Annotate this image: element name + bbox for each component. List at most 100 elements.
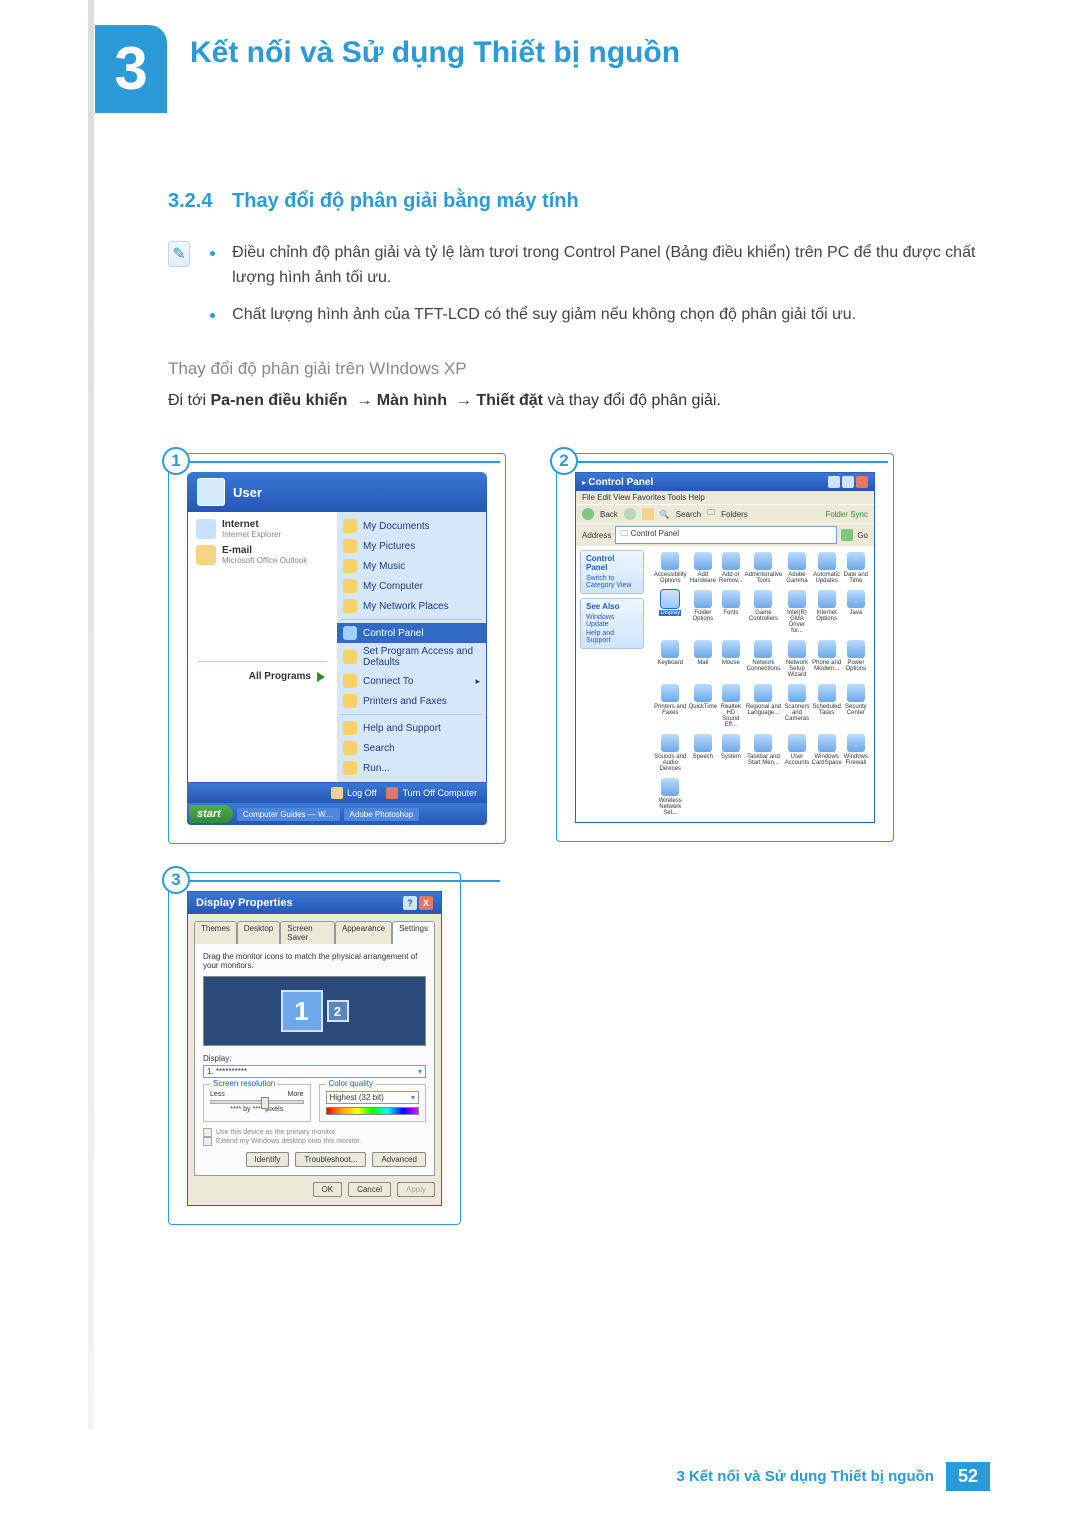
control-panel-icon[interactable]: Wireless Network Set... <box>654 778 687 816</box>
turn-off-button[interactable]: Turn Off Computer <box>386 787 477 799</box>
start-menu-item[interactable]: My Music <box>337 556 486 576</box>
control-panel-icon[interactable]: Power Options <box>844 640 868 678</box>
troubleshoot-button[interactable]: Troubleshoot... <box>295 1152 366 1167</box>
forward-icon[interactable] <box>624 508 636 520</box>
note-item: Chất lượng hình ảnh của TFT-LCD có thể s… <box>210 303 990 328</box>
monitor-2[interactable]: 2 <box>327 1000 349 1022</box>
maximize-button[interactable] <box>842 476 854 488</box>
control-panel-icon[interactable]: System <box>719 734 743 772</box>
sync-icon[interactable]: Folder Sync <box>825 510 868 519</box>
control-panel-icon[interactable]: Regional and Language... <box>745 684 783 728</box>
help-button[interactable]: ? <box>403 896 417 910</box>
monitor-arrangement-area[interactable]: 1 2 <box>203 976 426 1046</box>
minimize-button[interactable] <box>828 476 840 488</box>
go-button[interactable] <box>841 529 853 541</box>
identify-button[interactable]: Identify <box>246 1152 290 1167</box>
pinned-email[interactable]: E-mailMicrosoft Office Outlook <box>194 542 331 568</box>
folder-icon <box>343 674 357 688</box>
start-button[interactable]: start <box>189 805 233 823</box>
control-panel-icon[interactable]: Windows CardSpace <box>812 734 842 772</box>
start-menu-item[interactable]: Help and Support <box>337 718 486 738</box>
control-panel-icon[interactable]: Mouse <box>719 640 743 678</box>
control-panel-icon[interactable]: Windows Firewall <box>844 734 868 772</box>
applet-icon <box>694 684 712 702</box>
control-panel-icon[interactable]: Game Controllers <box>745 590 783 634</box>
menu-bar[interactable]: File Edit View Favorites Tools Help <box>576 491 874 504</box>
applet-icon <box>788 640 806 658</box>
start-menu-item[interactable]: My Documents <box>337 516 486 536</box>
slider-thumb[interactable] <box>261 1097 269 1109</box>
control-panel-icon[interactable]: Keyboard <box>654 640 687 678</box>
control-panel-icon[interactable]: Security Center <box>844 684 868 728</box>
advanced-button[interactable]: Advanced <box>372 1152 426 1167</box>
search-icon[interactable]: 🔍 <box>660 510 670 519</box>
display-select[interactable]: 1. ********** ▾ <box>203 1065 426 1078</box>
control-panel-icon[interactable]: User Accounts <box>784 734 809 772</box>
start-menu-item[interactable]: Printers and Faxes <box>337 691 486 711</box>
start-menu-item[interactable]: My Pictures <box>337 536 486 556</box>
color-quality-select[interactable]: Highest (32 bit) ▾ <box>326 1091 420 1104</box>
close-button[interactable] <box>856 476 868 488</box>
start-menu-item[interactable]: Search <box>337 738 486 758</box>
back-icon[interactable] <box>582 508 594 520</box>
control-panel-icon[interactable]: Printers and Faxes <box>654 684 687 728</box>
control-panel-icon[interactable]: Realtek HD Sound Eff... <box>719 684 743 728</box>
control-panel-icon[interactable]: Network Connections <box>745 640 783 678</box>
control-panel-icon[interactable]: Scanners and Cameras <box>784 684 809 728</box>
control-panel-icon[interactable]: Automatic Updates <box>812 552 842 584</box>
control-panel-icon[interactable]: Adobe Gamma <box>784 552 809 584</box>
start-menu-item[interactable]: My Computer <box>337 576 486 596</box>
start-menu-item[interactable]: Set Program Access and Defaults <box>337 643 486 671</box>
display-label: Display: <box>203 1054 426 1063</box>
monitor-1[interactable]: 1 <box>281 990 323 1032</box>
applet-icon <box>818 684 836 702</box>
control-panel-icon[interactable]: Phone and Modem... <box>812 640 842 678</box>
user-name: User <box>233 485 262 500</box>
close-button[interactable]: X <box>419 896 433 910</box>
control-panel-icon[interactable]: Display <box>654 590 687 634</box>
control-panel-icon[interactable]: Sounds and Audio Devices <box>654 734 687 772</box>
control-panel-icon[interactable]: Add Hardware <box>689 552 717 584</box>
control-panel-icon[interactable]: Speech <box>689 734 717 772</box>
all-programs[interactable]: All Programs <box>194 665 331 688</box>
folders-icon[interactable]: 🗀 <box>707 507 715 521</box>
control-panel-icon[interactable]: Java <box>844 590 868 634</box>
control-panel-icon[interactable]: Folder Options <box>689 590 717 634</box>
applet-icon <box>694 552 712 570</box>
control-panel-icon[interactable]: Internet Options <box>812 590 842 634</box>
tab-themes[interactable]: Themes <box>194 921 237 944</box>
taskbar-item[interactable]: Adobe Photoshop <box>344 808 420 821</box>
start-menu-item[interactable]: Control Panel <box>337 623 486 643</box>
control-panel-icon[interactable]: Intel(R) GMA Driver for... <box>784 590 809 634</box>
control-panel-icon[interactable]: Administrative Tools <box>745 552 783 584</box>
start-menu-item[interactable]: Run... <box>337 758 486 778</box>
side-pane-link[interactable]: Switch to Category View <box>586 574 638 590</box>
side-pane-link[interactable]: Help and Support <box>586 629 638 645</box>
applet-icon <box>661 734 679 752</box>
control-panel-icon[interactable]: Mail <box>689 640 717 678</box>
address-field[interactable]: 🗀 Control Panel <box>615 526 837 544</box>
start-menu-item[interactable]: My Network Places <box>337 596 486 616</box>
tab-desktop[interactable]: Desktop <box>237 921 280 944</box>
start-menu-item[interactable]: Connect To▸ <box>337 671 486 691</box>
ok-button[interactable]: OK <box>313 1182 343 1197</box>
log-off-button[interactable]: Log Off <box>331 787 376 799</box>
control-panel-icon[interactable]: Date and Time <box>844 552 868 584</box>
control-panel-icon[interactable]: Add or Remov... <box>719 552 743 584</box>
apply-button[interactable]: Apply <box>397 1182 435 1197</box>
taskbar-item[interactable]: Computer Guides — W… <box>237 808 340 821</box>
control-panel-icon[interactable]: Network Setup Wizard <box>784 640 809 678</box>
up-icon[interactable] <box>642 508 654 520</box>
pinned-internet[interactable]: InternetInternet Explorer <box>194 516 331 542</box>
side-pane-link[interactable]: Windows Update <box>586 613 638 629</box>
tab-screen-saver[interactable]: Screen Saver <box>280 921 335 944</box>
resolution-slider[interactable] <box>210 1100 304 1104</box>
control-panel-icon[interactable]: Scheduled Tasks <box>812 684 842 728</box>
cancel-button[interactable]: Cancel <box>348 1182 391 1197</box>
control-panel-icon[interactable]: Taskbar and Start Men... <box>745 734 783 772</box>
tab-settings[interactable]: Settings <box>392 921 435 944</box>
control-panel-icon[interactable]: Accessibility Options <box>654 552 687 584</box>
tab-appearance[interactable]: Appearance <box>335 921 392 944</box>
control-panel-icon[interactable]: QuickTime <box>689 684 717 728</box>
control-panel-icon[interactable]: Fonts <box>719 590 743 634</box>
